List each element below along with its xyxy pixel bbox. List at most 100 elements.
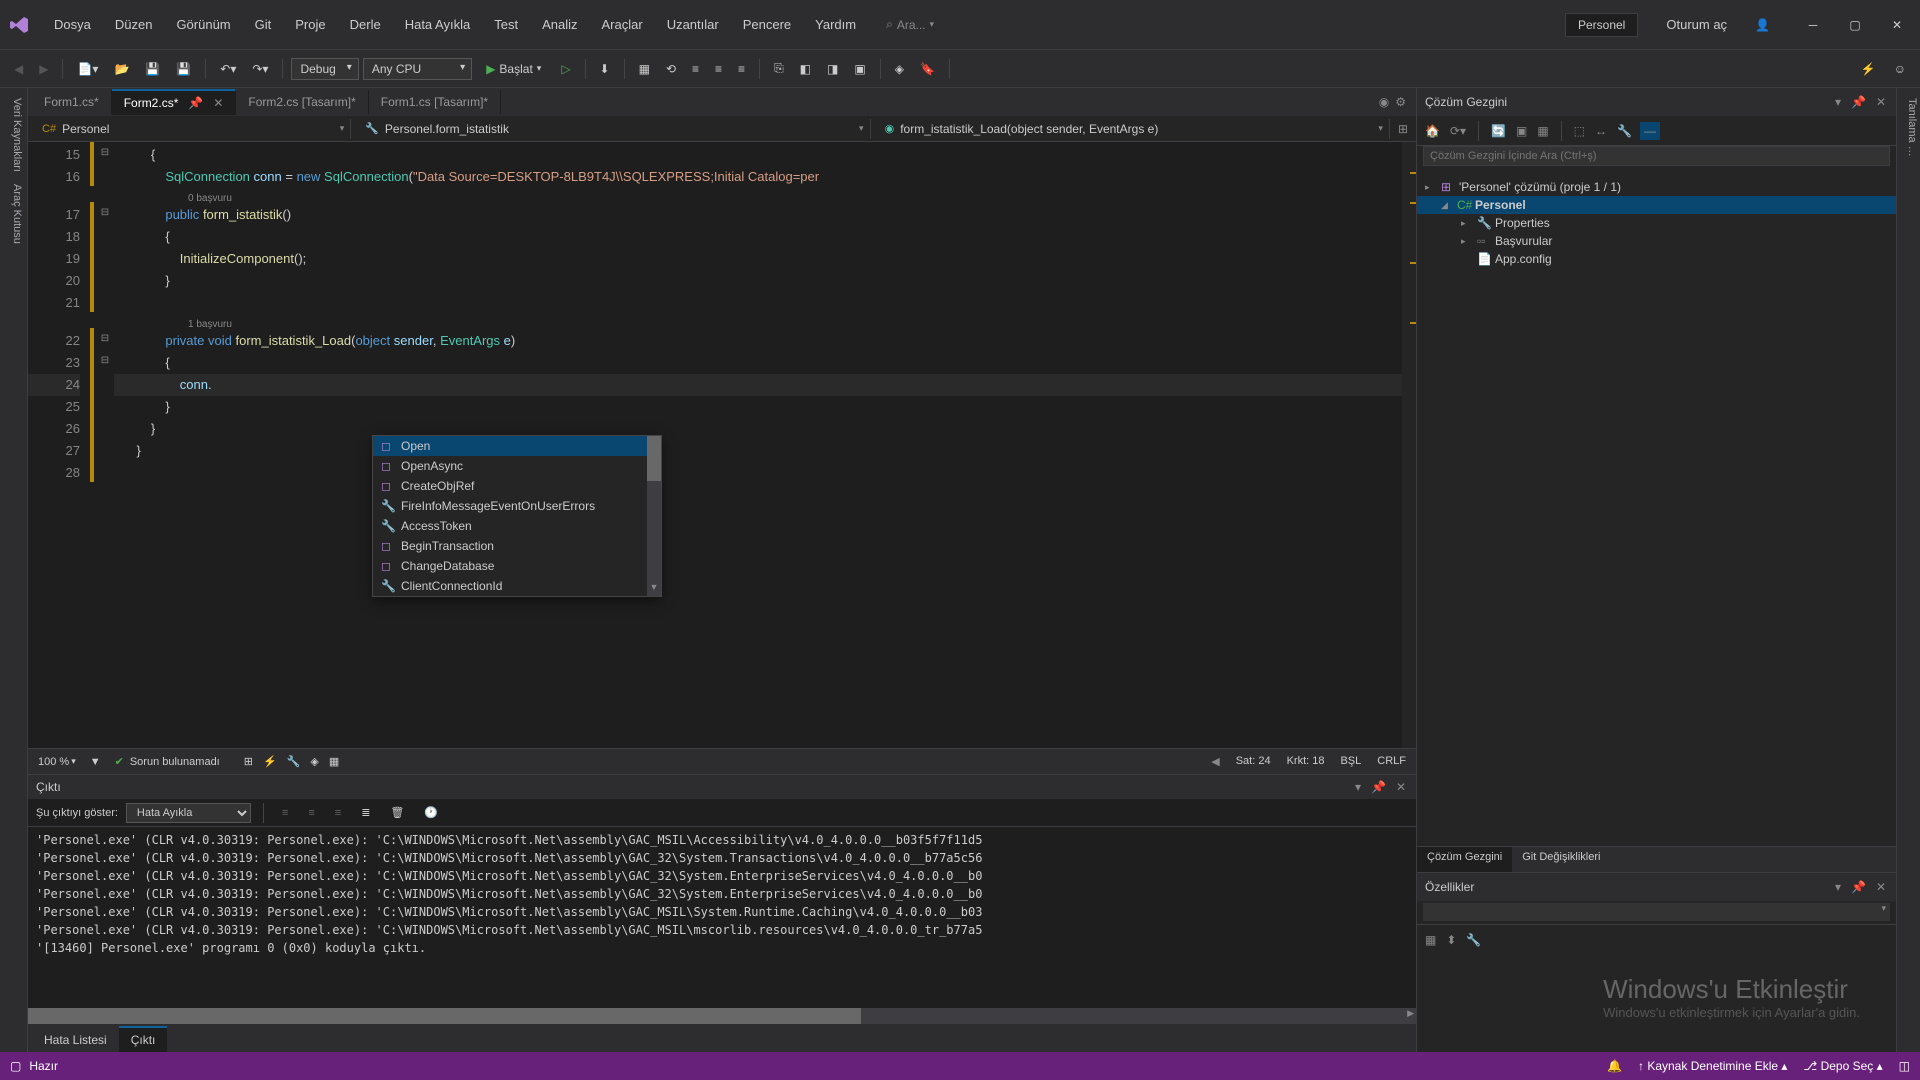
sol-icon-6[interactable]: ↔ [1593,122,1609,140]
intellisense-item[interactable]: ◻BeginTransaction [373,536,661,556]
intellisense-scrollbar[interactable]: ▲ ▼ [647,436,661,596]
intellisense-item[interactable]: 🔧ClientConnectionId [373,576,661,596]
tb-icon-8[interactable]: ◧ [794,58,817,80]
sb-icon-4[interactable]: ◈ [310,755,318,768]
fold-icon[interactable]: ⊟ [101,333,109,344]
fold-icon[interactable]: ⊟ [101,207,109,218]
menu-düzen[interactable]: Düzen [105,11,163,38]
sb-icon-5[interactable]: ▦ [329,755,339,768]
output-body[interactable]: 'Personel.exe' (CLR v4.0.30319: Personel… [28,827,1416,1008]
close-icon[interactable]: ✕ [1394,778,1408,796]
menu-dosya[interactable]: Dosya [44,11,101,38]
menu-araçlar[interactable]: Araçlar [592,11,653,38]
categorize-icon[interactable]: ▦ [1423,931,1438,949]
menu-hata ayıkla[interactable]: Hata Ayıkla [395,11,481,38]
sb-icon-1[interactable]: ⊞ [244,755,253,768]
intellisense-item[interactable]: ◻OpenAsync [373,456,661,476]
menu-pencere[interactable]: Pencere [733,11,801,38]
repo-select-button[interactable]: ⎇ Depo Seç ▴ [1803,1059,1882,1073]
output-h-scrollbar[interactable]: ▶ [28,1008,1416,1024]
eol-mode[interactable]: CRLF [1377,755,1406,768]
intellisense-item[interactable]: ◻ChangeDatabase [373,556,661,576]
breadcrumb-member[interactable]: ◉ form_istatistik_Load(object sender, Ev… [871,119,1390,139]
open-button[interactable]: 📂 [108,58,135,80]
prop-icon-3[interactable]: 🔧 [1464,931,1483,949]
back-button[interactable]: ◀ [8,58,29,80]
notification-icon[interactable]: 🔔 [1607,1059,1622,1073]
fold-icon[interactable]: ⊟ [101,147,109,158]
sol-icon-4[interactable]: ▦ [1535,122,1550,140]
statusbar-end-icon[interactable]: ◫ [1899,1059,1910,1073]
overview-ruler[interactable] [1402,142,1416,748]
pin-icon[interactable]: 📌 [1369,778,1388,796]
tb-icon-5[interactable]: ≡ [709,58,728,80]
editor-tab[interactable]: Form2.cs*📌✕ [112,89,237,115]
out-icon-2[interactable]: ≡ [302,803,320,823]
editor-tab[interactable]: Form1.cs [Tasarım]* [369,90,501,114]
breadcrumb-class[interactable]: 🔧 Personel.form_istatistik [351,119,870,139]
menu-uzantılar[interactable]: Uzantılar [657,11,729,38]
preview-icon[interactable]: ◉ [1379,95,1389,109]
start-button[interactable]: ▶ Başlat ▾ [476,58,551,80]
menu-yardım[interactable]: Yardım [805,11,866,38]
close-button[interactable]: ✕ [1882,10,1912,40]
pin-icon[interactable]: 📌 [188,96,203,110]
tb-icon-6[interactable]: ≡ [732,58,751,80]
sol-icon-1[interactable]: ⟳▾ [1448,122,1468,140]
tree-project[interactable]: ◢ C# Personel [1417,196,1896,214]
out-icon-6[interactable]: 🕐 [418,802,444,823]
signin-link[interactable]: Oturum aç [1666,17,1727,32]
save-button[interactable]: 💾 [139,58,166,80]
editor-tab[interactable]: Form1.cs* [32,90,112,114]
new-item-button[interactable]: 📄▾ [71,58,104,80]
dropdown-icon[interactable]: ▾ [1833,878,1843,896]
tree-properties[interactable]: ▸ 🔧 Properties [1417,214,1896,232]
sol-icon-8[interactable]: — [1640,122,1660,140]
source-control-button[interactable]: ↑ Kaynak Denetimine Ekle ▴ [1638,1059,1787,1073]
undo-button[interactable]: ↶▾ [214,58,242,80]
sb-icon-3[interactable]: 🔧 [287,755,301,768]
rail-toolbox[interactable]: Araç Kutusu [4,184,23,244]
out-icon-5[interactable]: 🗑 [384,802,410,823]
split-icon[interactable]: ⊞ [1390,122,1416,136]
panel-tab[interactable]: Çözüm Gezgini [1417,847,1512,872]
save-all-button[interactable]: 💾 [170,58,197,80]
tree-references[interactable]: ▸ ▫▫ Başvurular [1417,232,1896,250]
intellisense-item[interactable]: 🔧FireInfoMessageEventOnUserErrors [373,496,661,516]
out-icon-4[interactable]: ≣ [355,802,376,823]
menu-test[interactable]: Test [484,11,528,38]
tb-icon-11[interactable]: ◈ [889,58,910,80]
close-icon[interactable]: ✕ [1874,878,1888,896]
dropdown-icon[interactable]: ▾ [1833,93,1843,111]
tab-options-icon[interactable]: ⚙ [1395,95,1406,109]
editor-tab[interactable]: Form2.cs [Tasarım]* [236,90,368,114]
live-share-icon[interactable]: ⚡ [1855,58,1882,80]
forward-button[interactable]: ▶ [33,58,54,80]
intellisense-item[interactable]: ◻Open [373,436,661,456]
tree-solution[interactable]: ▸ ⊞ 'Personel' çözümü (proje 1 / 1) [1417,178,1896,196]
alpha-icon[interactable]: ⬍ [1444,931,1458,949]
start-no-debug-button[interactable]: ▷ [555,58,576,80]
intellisense-item[interactable]: ◻CreateObjRef [373,476,661,496]
pin-icon[interactable]: 📌 [1849,93,1868,111]
chevron-down-icon[interactable]: ▼ [90,756,101,768]
redo-button[interactable]: ↷▾ [246,58,274,80]
tb-icon-12[interactable]: 🔖 [914,58,941,80]
account-icon[interactable]: 👤 [1755,18,1770,32]
project-badge[interactable]: Personel [1565,13,1638,37]
sb-icon-2[interactable]: ⚡ [263,755,277,768]
output-source-select[interactable]: Hata Ayıkla [126,803,251,823]
maximize-button[interactable]: ▢ [1840,10,1870,40]
minimize-button[interactable]: ─ [1798,10,1828,40]
fold-icon[interactable]: ⊟ [101,355,109,366]
tb-icon-9[interactable]: ◨ [821,58,844,80]
platform-dropdown[interactable]: Any CPU [363,58,472,80]
rail-right-item[interactable]: Tanılama … [1906,98,1918,157]
insert-mode[interactable]: BŞL [1340,755,1361,768]
solution-search-input[interactable] [1423,146,1890,166]
tb-icon-2[interactable]: ▦ [633,58,656,80]
config-dropdown[interactable]: Debug [291,58,358,80]
close-icon[interactable]: ✕ [1874,93,1888,111]
sol-icon-2[interactable]: 🔄 [1489,122,1508,140]
pin-icon[interactable]: 📌 [1849,878,1868,896]
